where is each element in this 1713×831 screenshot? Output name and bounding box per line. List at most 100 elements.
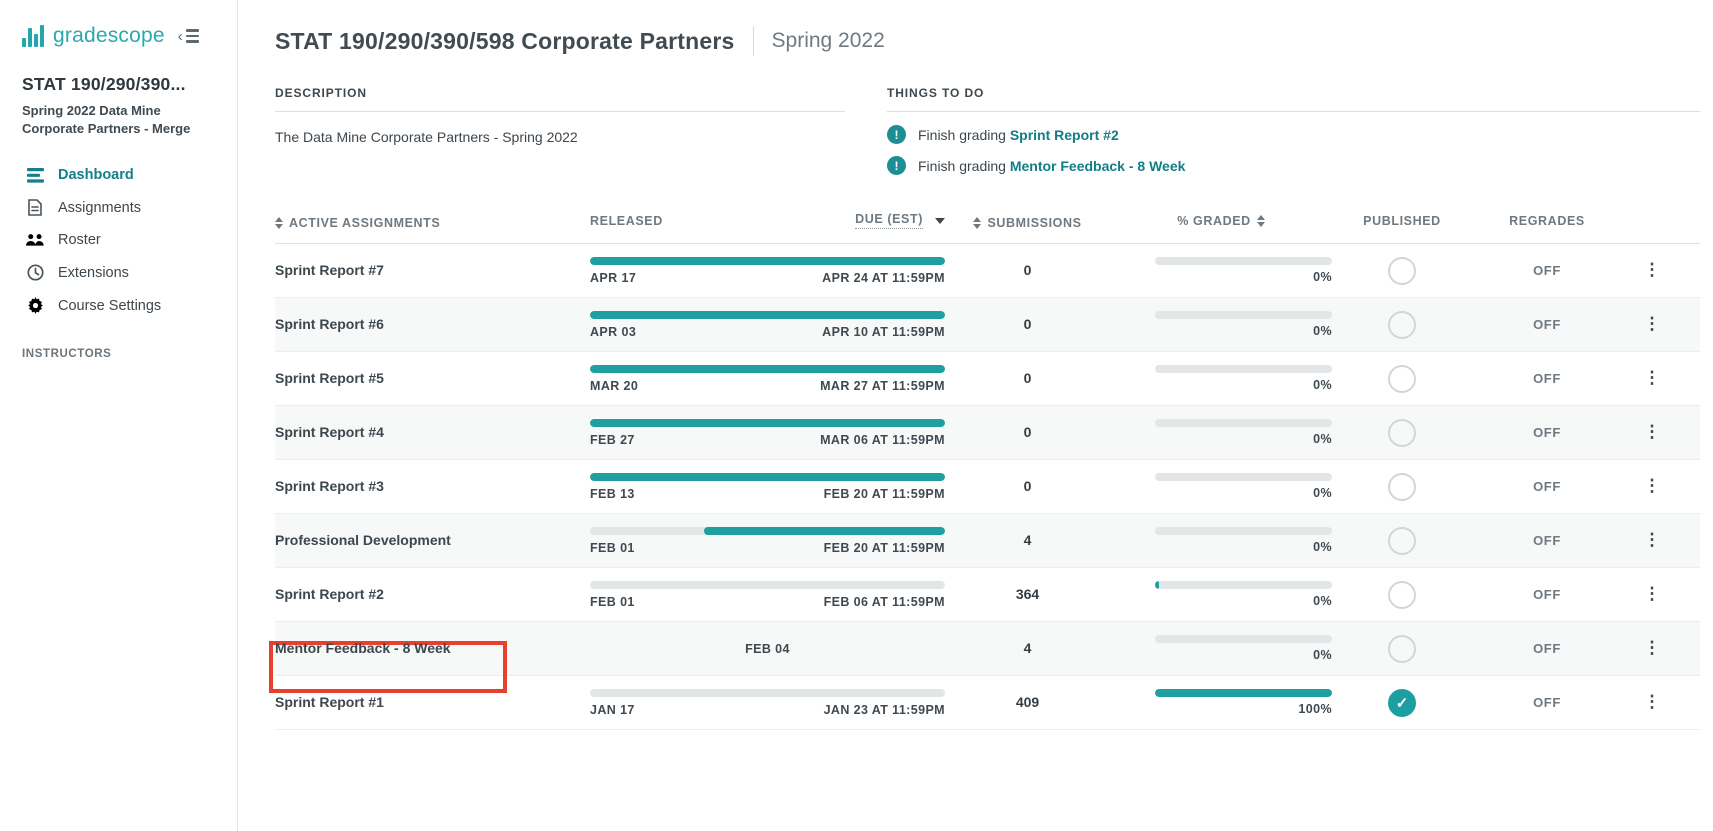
published-toggle[interactable]: ✓ xyxy=(1388,365,1416,393)
assignment-timeline: MAR 20 MAR 27 AT 11:59PM xyxy=(590,365,945,393)
gradescope-logo-text[interactable]: gradescope xyxy=(53,24,165,48)
kebab-menu-icon[interactable]: ⋮ xyxy=(1644,422,1661,441)
graded-progress-bar xyxy=(1155,473,1332,481)
assignment-timeline: JAN 17 JAN 23 AT 11:59PM xyxy=(590,689,945,717)
sidebar-item-course-settings[interactable]: Course Settings xyxy=(22,289,221,322)
course-code: STAT 190/290/390... xyxy=(22,74,221,95)
sidebar-collapse-button[interactable]: ‹ xyxy=(178,29,199,44)
table-row: Mentor Feedback - 8 Week FEB 04 4 0% ✓ O… xyxy=(275,622,1700,676)
description-label: DESCRIPTION xyxy=(275,86,845,100)
released-date: FEB 27 xyxy=(590,433,635,447)
sort-active-assignments[interactable]: ACTIVE ASSIGNMENTS xyxy=(275,216,440,230)
sort-submissions[interactable]: SUBMISSIONS xyxy=(973,216,1081,230)
published-toggle[interactable]: ✓ xyxy=(1388,419,1416,447)
graded-percent: 0% xyxy=(1155,432,1332,446)
settings-icon xyxy=(26,297,44,314)
header-divider xyxy=(753,26,754,56)
submissions-header: SUBMISSIONS xyxy=(987,216,1081,230)
published-toggle[interactable]: ✓ xyxy=(1388,311,1416,339)
assignment-name-link[interactable]: Sprint Report #2 xyxy=(275,586,384,602)
regrades-status: OFF xyxy=(1533,479,1561,494)
published-toggle[interactable]: ✓ xyxy=(1388,581,1416,609)
kebab-menu-icon[interactable]: ⋮ xyxy=(1644,260,1661,279)
due-date-only: FEB 04 xyxy=(590,642,945,656)
things-to-do-label: THINGS TO DO xyxy=(887,86,1700,100)
table-row: Sprint Report #4 FEB 27 MAR 06 AT 11:59P… xyxy=(275,406,1700,460)
assignment-name-link[interactable]: Mentor Feedback - 8 Week xyxy=(275,640,451,656)
released-date: APR 03 xyxy=(590,325,636,339)
published-toggle[interactable]: ✓ xyxy=(1388,689,1416,717)
submissions-count: 0 xyxy=(1024,316,1032,332)
kebab-menu-icon[interactable]: ⋮ xyxy=(1644,368,1661,387)
published-toggle[interactable]: ✓ xyxy=(1388,635,1416,663)
graded-progress-bar xyxy=(1155,365,1332,373)
sort-due[interactable]: DUE (EST) xyxy=(855,212,945,229)
published-toggle[interactable]: ✓ xyxy=(1388,473,1416,501)
published-toggle[interactable]: ✓ xyxy=(1388,527,1416,555)
assignment-timeline: FEB 01 FEB 20 AT 11:59PM xyxy=(590,527,945,555)
submissions-count: 409 xyxy=(1016,694,1039,710)
assignment-name-link[interactable]: Sprint Report #1 xyxy=(275,694,384,710)
timeline-bar xyxy=(590,689,945,697)
assignment-name-link[interactable]: Sprint Report #6 xyxy=(275,316,384,332)
kebab-menu-icon[interactable]: ⋮ xyxy=(1644,638,1661,657)
todo-assignment-link[interactable]: Sprint Report #2 xyxy=(1010,127,1119,143)
assignment-name-link[interactable]: Professional Development xyxy=(275,532,451,548)
things-to-do-section: THINGS TO DO ! Finish grading Sprint Rep… xyxy=(887,86,1700,175)
submissions-count: 4 xyxy=(1024,532,1032,548)
due-date: MAR 06 AT 11:59PM xyxy=(820,433,945,447)
graded-progress-fill xyxy=(1155,689,1332,697)
assignment-name-link[interactable]: Sprint Report #4 xyxy=(275,424,384,440)
kebab-menu-icon[interactable]: ⋮ xyxy=(1644,314,1661,333)
sidebar-nav-label: Roster xyxy=(58,232,101,248)
released-date: FEB 01 xyxy=(590,541,635,555)
due-date: JAN 23 AT 11:59PM xyxy=(824,703,945,717)
sidebar-item-assignments[interactable]: Assignments xyxy=(22,191,221,224)
things-to-do-rule xyxy=(887,111,1700,112)
graded-progress-bar xyxy=(1155,689,1332,697)
timeline-bar-fill xyxy=(590,419,945,427)
hamburger-icon xyxy=(186,29,199,43)
instructors-section-label: INSTRUCTORS xyxy=(22,348,221,360)
sort-graded[interactable]: % GRADED xyxy=(1177,214,1265,228)
due-date: APR 10 AT 11:59PM xyxy=(822,325,945,339)
published-toggle[interactable]: ✓ xyxy=(1388,257,1416,285)
assignment-name-link[interactable]: Sprint Report #7 xyxy=(275,262,384,278)
graded-progress-bar xyxy=(1155,527,1332,535)
kebab-menu-icon[interactable]: ⋮ xyxy=(1644,584,1661,603)
graded-progress-bar xyxy=(1155,581,1332,589)
kebab-menu-icon[interactable]: ⋮ xyxy=(1644,476,1661,495)
released-date: APR 17 xyxy=(590,271,636,285)
alert-exclamation-icon: ! xyxy=(887,125,906,144)
gradescope-logo-icon[interactable] xyxy=(22,25,44,47)
regrades-status: OFF xyxy=(1533,641,1561,656)
kebab-menu-icon[interactable]: ⋮ xyxy=(1644,692,1661,711)
assignment-name-link[interactable]: Sprint Report #5 xyxy=(275,370,384,386)
due-date: APR 24 AT 11:59PM xyxy=(822,271,945,285)
graded-header: % GRADED xyxy=(1177,214,1251,228)
app-window: gradescope ‹ STAT 190/290/390... Spring … xyxy=(0,0,1713,831)
sidebar-nav-label: Extensions xyxy=(58,265,129,281)
todo-prefix: Finish grading xyxy=(918,158,1006,174)
sidebar-nav: Dashboard Assignments Roster Extensions … xyxy=(22,159,221,322)
assignment-timeline: FEB 01 FEB 06 AT 11:59PM xyxy=(590,581,945,609)
due-date: MAR 27 AT 11:59PM xyxy=(820,379,945,393)
sidebar-item-extensions[interactable]: Extensions xyxy=(22,256,221,289)
kebab-menu-icon[interactable]: ⋮ xyxy=(1644,530,1661,549)
regrades-status: OFF xyxy=(1533,587,1561,602)
due-date: FEB 20 AT 11:59PM xyxy=(824,541,945,555)
timeline-bar-fill xyxy=(704,527,945,535)
sidebar-item-roster[interactable]: Roster xyxy=(22,224,221,256)
graded-percent: 0% xyxy=(1155,270,1332,284)
graded-progress-bar xyxy=(1155,257,1332,265)
assignment-timeline: FEB 27 MAR 06 AT 11:59PM xyxy=(590,419,945,447)
regrades-status: OFF xyxy=(1533,371,1561,386)
graded-percent: 0% xyxy=(1155,324,1332,338)
table-row: Sprint Report #7 APR 17 APR 24 AT 11:59P… xyxy=(275,244,1700,298)
assignments-table: ACTIVE ASSIGNMENTS RELEASED DUE (EST) SU… xyxy=(275,211,1700,730)
todo-assignment-link[interactable]: Mentor Feedback - 8 Week xyxy=(1010,158,1186,174)
graded-percent: 100% xyxy=(1155,702,1332,716)
assignment-name-link[interactable]: Sprint Report #3 xyxy=(275,478,384,494)
sidebar-nav-label: Assignments xyxy=(58,200,141,216)
sidebar-item-dashboard[interactable]: Dashboard xyxy=(22,159,221,191)
